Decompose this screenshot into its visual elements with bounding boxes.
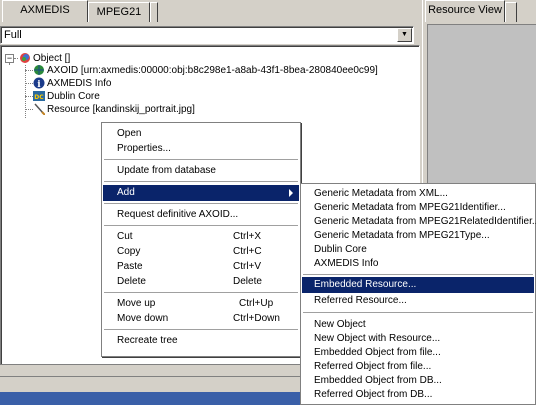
menu-item-label: Move up bbox=[117, 298, 156, 309]
menu-item-delete[interactable]: Delete Delete bbox=[103, 274, 299, 290]
svg-text:DC: DC bbox=[34, 94, 44, 101]
info-icon: i bbox=[33, 77, 45, 89]
menu-separator bbox=[104, 225, 298, 226]
menu-item-paste[interactable]: Paste Ctrl+V bbox=[103, 259, 299, 275]
submenu-item-embedded-resource[interactable]: Embedded Resource... bbox=[302, 277, 534, 293]
tree-line bbox=[25, 83, 33, 84]
menu-item-copy[interactable]: Copy Ctrl+C bbox=[103, 244, 299, 260]
submenu-item-referred-resource[interactable]: Referred Resource... bbox=[302, 293, 534, 309]
menu-item-cut[interactable]: Cut Ctrl+X bbox=[103, 229, 299, 245]
submenu-item-axmedis-info[interactable]: AXMEDIS Info bbox=[302, 256, 534, 272]
tree-line bbox=[25, 65, 26, 118]
tree-line bbox=[14, 58, 18, 59]
menu-separator bbox=[104, 292, 298, 293]
brush-icon bbox=[34, 103, 45, 116]
menu-item-label: Delete bbox=[117, 276, 146, 287]
context-menu: Open Properties... Update from database … bbox=[101, 122, 301, 357]
menu-item-label: Add bbox=[117, 187, 135, 198]
menu-item-update-from-database[interactable]: Update from database bbox=[103, 163, 299, 179]
menu-separator bbox=[303, 274, 533, 275]
view-mode-select[interactable]: Full ▼ bbox=[0, 26, 414, 44]
tab-bar: AXMEDIS MPEG21 bbox=[0, 0, 420, 22]
menu-shortcut: Delete bbox=[233, 276, 262, 287]
menu-shortcut: Ctrl+Down bbox=[233, 313, 280, 324]
chevron-down-icon[interactable]: ▼ bbox=[397, 28, 412, 42]
tree-item-resource[interactable]: Resource [kandinskij_portrait.jpg] bbox=[33, 103, 195, 116]
menu-shortcut: Ctrl+X bbox=[233, 231, 262, 242]
tree-line bbox=[9, 62, 10, 64]
menu-item-request-axoid[interactable]: Request definitive AXOID... bbox=[103, 207, 299, 223]
add-submenu: Generic Metadata from XML... Generic Met… bbox=[300, 183, 536, 405]
tree-item-label: Dublin Core bbox=[47, 91, 100, 102]
svg-text:i: i bbox=[37, 80, 41, 89]
submenu-arrow-icon bbox=[289, 189, 293, 197]
tree-line bbox=[25, 96, 33, 97]
menu-separator bbox=[104, 181, 298, 182]
menu-item-move-down[interactable]: Move down Ctrl+Down bbox=[103, 311, 299, 327]
menu-shortcut: Ctrl+Up bbox=[239, 298, 274, 309]
menu-item-properties[interactable]: Properties... bbox=[103, 141, 299, 157]
menu-item-label: Cut bbox=[117, 231, 133, 242]
tree-item-dublin-core[interactable]: DC Dublin Core bbox=[33, 90, 100, 103]
menu-item-label: Copy bbox=[117, 246, 141, 257]
tree-item-label: Resource [kandinskij_portrait.jpg] bbox=[47, 104, 195, 115]
tab-mpeg21[interactable]: MPEG21 bbox=[88, 2, 150, 22]
menu-item-recreate-tree[interactable]: Recreate tree bbox=[103, 333, 299, 349]
tree-item-axmedis-info[interactable]: i AXMEDIS Info bbox=[33, 77, 111, 90]
tree-line bbox=[25, 109, 33, 110]
tab-resource-view[interactable]: Resource View bbox=[425, 0, 505, 22]
menu-separator bbox=[104, 159, 298, 160]
menu-separator bbox=[104, 203, 298, 204]
tree-line bbox=[25, 70, 33, 71]
menu-separator bbox=[104, 329, 298, 330]
tab-overflow[interactable] bbox=[505, 2, 517, 22]
dublin-core-icon: DC bbox=[33, 91, 45, 102]
tree-item-label: AXOID [urn:axmedis:00000:obj:b8c298e1-a8… bbox=[47, 65, 378, 76]
menu-shortcut: Ctrl+V bbox=[233, 261, 262, 272]
menu-item-label: Paste bbox=[117, 261, 143, 272]
tree-item-label: Object [] bbox=[33, 53, 71, 64]
tree-item-axoid[interactable]: AXOID [urn:axmedis:00000:obj:b8c298e1-a8… bbox=[33, 64, 378, 77]
object-icon bbox=[20, 53, 30, 64]
view-mode-value: Full bbox=[4, 29, 22, 41]
menu-item-open[interactable]: Open bbox=[103, 126, 299, 142]
menu-item-move-up[interactable]: Move up Ctrl+Up bbox=[103, 296, 299, 312]
globe-icon bbox=[34, 65, 44, 76]
tab-overflow bbox=[150, 2, 158, 22]
menu-item-add[interactable]: Add bbox=[103, 185, 299, 201]
tab-axmedis[interactable]: AXMEDIS bbox=[2, 0, 88, 22]
menu-separator bbox=[303, 312, 533, 313]
tree-item-label: AXMEDIS Info bbox=[47, 78, 112, 89]
submenu-item-referred-object-db[interactable]: Referred Object from DB... bbox=[302, 387, 534, 403]
menu-shortcut: Ctrl+C bbox=[233, 246, 262, 257]
menu-item-label: Move down bbox=[117, 313, 169, 324]
